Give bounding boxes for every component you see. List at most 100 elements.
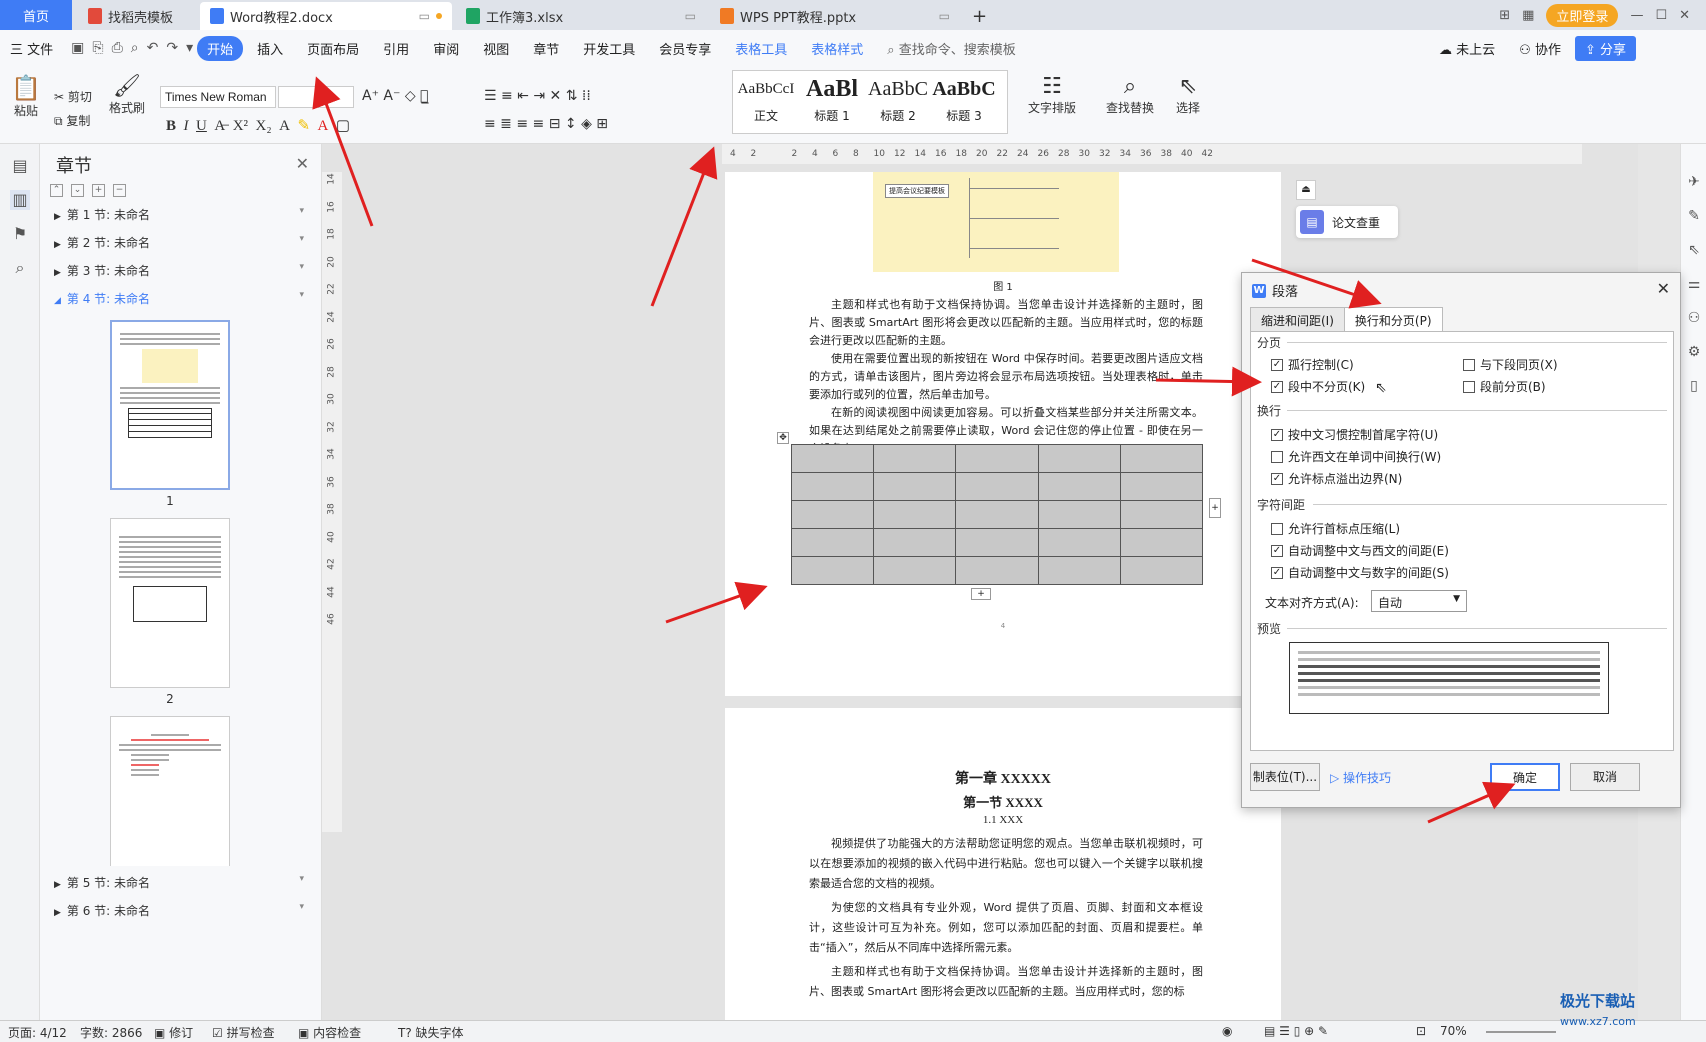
page-indicator[interactable]: 页面: 4/12 xyxy=(8,1024,67,1041)
sections-icon[interactable]: ▥ xyxy=(10,190,30,210)
settings-icon[interactable]: ⚙ xyxy=(1685,344,1703,362)
collapse-icon[interactable]: ⌃ xyxy=(50,184,63,197)
expand-icon[interactable]: ⌄ xyxy=(71,184,84,197)
char-border-icon[interactable]: ▢ xyxy=(336,118,350,134)
tips-link[interactable]: ▷ 操作技巧 xyxy=(1330,769,1391,786)
export-icon[interactable]: ⎘ xyxy=(92,40,103,56)
paragraph[interactable]: 视频提供了功能强大的方法帮助您证明您的观点。当您单击联机视频时，可以在想要添加的… xyxy=(809,834,1203,894)
save-icon[interactable]: ▣ xyxy=(71,40,84,56)
page-4[interactable]: 提高会议纪要模板 图 1 主题和样式也有助于文档保持协调。当您单击设计并选择新的… xyxy=(725,172,1281,696)
add-icon[interactable]: + xyxy=(92,184,105,197)
tab-indent-spacing[interactable]: 缩进和间距(I) xyxy=(1250,307,1345,334)
remove-icon[interactable]: − xyxy=(113,184,126,197)
menu-table-tools[interactable]: 表格工具 xyxy=(725,35,797,62)
heading-3[interactable]: 1.1 XXX xyxy=(725,814,1281,826)
pen-icon[interactable]: ✎ xyxy=(1685,208,1703,226)
underline-icon[interactable]: U xyxy=(196,118,207,134)
search-icon-left[interactable]: ⌕ xyxy=(10,258,30,278)
close-icon[interactable]: ✕ xyxy=(1679,8,1690,23)
menu-section[interactable]: 章节 xyxy=(523,35,569,62)
dropdown-icon[interactable]: ▾ xyxy=(299,874,304,884)
menu-file[interactable]: 三 文件 xyxy=(0,35,63,62)
tab-excel[interactable]: 工作簿3.xlsx ▭ xyxy=(456,2,706,30)
paper-check-button[interactable]: ▤ 论文查重 xyxy=(1296,206,1398,238)
tab-template[interactable]: 找稻壳模板 xyxy=(78,2,198,30)
dialog-close-icon[interactable]: ✕ xyxy=(1657,279,1670,298)
sliders-icon[interactable]: ⚌ xyxy=(1685,276,1703,294)
print-icon[interactable]: ⎙ xyxy=(112,40,123,56)
menu-reference[interactable]: 引用 xyxy=(373,35,419,62)
vertical-ruler[interactable]: 14 16 18 20 22 24 26 28 30 32 34 36 38 40 42 44 46 xyxy=(322,172,342,832)
paragraph[interactable]: 主题和样式也有助于文档保持协调。当您单击设计并选择新的主题时，图片、图表或 Sm… xyxy=(809,962,1203,1002)
new-tab-button[interactable]: + xyxy=(962,2,997,30)
outline-icon[interactable]: ▤ xyxy=(10,156,30,176)
bookmark-icon[interactable]: ⚑ xyxy=(10,224,30,244)
dropdown-icon[interactable]: ▾ xyxy=(299,206,304,216)
dropdown-icon[interactable]: ▾ xyxy=(299,290,304,300)
tab-word-doc[interactable]: Word教程2.docx ▭ xyxy=(200,2,452,30)
collapse-panel-icon[interactable]: ⏏ xyxy=(1296,180,1316,200)
superscript-icon[interactable]: X² xyxy=(233,118,248,134)
ok-button[interactable]: 确定 xyxy=(1490,763,1560,791)
paste-button[interactable]: 📋 粘贴 xyxy=(8,74,44,119)
zoom-slider[interactable] xyxy=(1486,1031,1556,1033)
chinese-rule-checkbox[interactable]: ✓ 按中文习惯控制首尾字符(U) xyxy=(1271,426,1438,443)
eye-icon[interactable]: ◉ xyxy=(1222,1024,1232,1038)
horizontal-ruler[interactable]: 4 2 2 4 6 8 10 12 14 16 18 20 22 24 26 28 30 32 34 36 38 40 42 xyxy=(722,144,1582,164)
book-icon[interactable]: ▯ xyxy=(1685,378,1703,396)
missing-font-button[interactable]: T? 缺失字体 xyxy=(398,1024,464,1041)
nav-section-3[interactable]: ▶ 第 3 节: 未命名 ▾ xyxy=(54,262,304,279)
cursor-icon-right[interactable]: ⇖ xyxy=(1685,242,1703,260)
menu-insert[interactable]: 插入 xyxy=(247,35,293,62)
paragraph[interactable]: 为使您的文档具有专业外观，Word 提供了页眉、页脚、封面和文本框设计，这些设计… xyxy=(809,898,1203,958)
hanging-punct-checkbox[interactable]: ✓ 允许标点溢出边界(N) xyxy=(1271,470,1402,487)
page-thumbnail-1[interactable] xyxy=(110,320,230,490)
style-h1[interactable]: AaBl 标题 1 xyxy=(799,71,865,133)
list-buttons[interactable]: ☰ ≡ ⇤ ⇥ ✕ ⇅ ⁞⁞ xyxy=(484,88,591,104)
menu-member[interactable]: 会员专享 xyxy=(649,35,721,62)
highlight-icon[interactable]: ✎ xyxy=(297,118,310,134)
word-count[interactable]: 字数: 2866 xyxy=(80,1024,142,1041)
nav-close-icon[interactable]: ✕ xyxy=(296,154,309,173)
menu-layout[interactable]: 页面布局 xyxy=(297,35,369,62)
menu-start[interactable]: 开始 xyxy=(197,35,244,61)
page-5[interactable]: 第一章 XXXXX 第一节 XXXX 1.1 XXX 视频提供了功能强大的方法帮… xyxy=(725,708,1281,1020)
select-button[interactable]: ⇖ 选择 xyxy=(1166,74,1210,116)
auto-space-en-checkbox[interactable]: ✓ 自动调整中文与西文的间距(E) xyxy=(1271,542,1449,559)
auto-space-num-checkbox[interactable]: ✓ 自动调整中文与数字的间距(S) xyxy=(1271,564,1449,581)
menu-review[interactable]: 审阅 xyxy=(423,35,469,62)
menu-table-style[interactable]: 表格样式 xyxy=(801,35,873,62)
cancel-button[interactable]: 取消 xyxy=(1570,763,1640,791)
style-normal[interactable]: AaBbCcI 正文 xyxy=(733,71,799,133)
undo-icon[interactable]: ↶ xyxy=(147,40,159,56)
view-buttons[interactable]: ▤ ☰ ▯ ⊕ ✎ xyxy=(1264,1024,1328,1038)
redo-icon[interactable]: ↷ xyxy=(166,40,178,56)
add-row-icon[interactable]: + xyxy=(971,588,991,600)
tab-line-page-breaks[interactable]: 换行和分页(P) xyxy=(1343,307,1443,334)
widow-control-checkbox[interactable]: ✓ 孤行控制(C) xyxy=(1271,356,1354,373)
heading-1[interactable]: 第一章 XXXXX xyxy=(725,768,1281,788)
align-buttons[interactable]: ≡ ≣ ≡ ≡ ⊟ ↕ ◈ ⊞ xyxy=(484,116,608,132)
dropdown-icon[interactable]: ▾ xyxy=(299,234,304,244)
bold-icon[interactable]: B xyxy=(166,118,176,134)
page-break-before-checkbox[interactable]: 段前分页(B) xyxy=(1463,378,1546,395)
nav-section-5[interactable]: ▶ 第 5 节: 未命名 ▾ xyxy=(54,874,304,891)
page-thumbnail-2[interactable] xyxy=(110,518,230,688)
find-replace-button[interactable]: ⌕ 查找替换 xyxy=(1100,74,1160,116)
subscript-icon[interactable]: X₂ xyxy=(256,118,272,134)
screen-icon-2[interactable]: ▭ xyxy=(685,9,696,23)
italic-icon[interactable]: I xyxy=(184,118,189,134)
menu-developer[interactable]: 开发工具 xyxy=(573,35,645,62)
style-h2[interactable]: AaBbC 标题 2 xyxy=(865,71,931,133)
more-icon[interactable]: ▾ xyxy=(186,40,193,56)
tab-stops-button[interactable]: 制表位(T)... xyxy=(1250,763,1320,791)
style-h3[interactable]: AaBbC 标题 3 xyxy=(931,71,997,133)
login-button[interactable]: 立即登录 xyxy=(1546,3,1619,27)
nav-section-4[interactable]: ◢ 第 4 节: 未命名 ▾ xyxy=(54,290,304,307)
revise-toggle[interactable]: ▣ 修订 xyxy=(154,1024,193,1041)
screen-icon[interactable]: ▭ xyxy=(419,9,430,23)
dropdown-icon[interactable]: ▾ xyxy=(299,902,304,912)
format-painter-button[interactable]: 🖌 格式刷 xyxy=(106,74,148,116)
maximize-icon[interactable]: ☐ xyxy=(1655,8,1667,23)
page-thumbnail-3[interactable] xyxy=(110,716,230,866)
